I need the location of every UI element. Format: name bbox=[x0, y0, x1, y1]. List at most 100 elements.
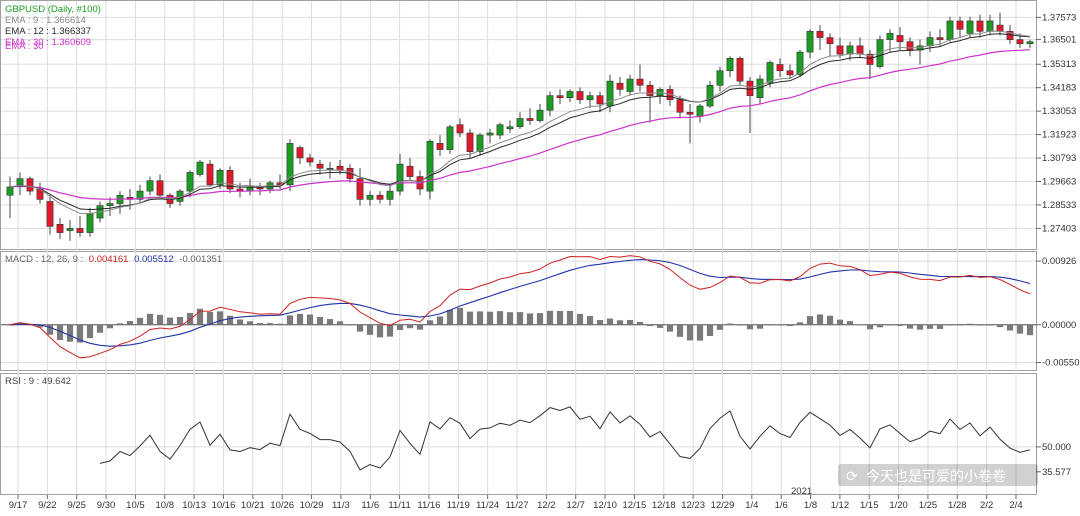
macd-hist-bar bbox=[996, 324, 1004, 328]
price-tick-label: 1.30793 bbox=[1042, 153, 1076, 164]
candle-bear bbox=[206, 163, 214, 186]
time-tick-label: 11/27 bbox=[505, 500, 528, 511]
candle-bear bbox=[906, 41, 914, 51]
macd-tick-label: -0.00550 bbox=[1042, 358, 1080, 369]
candle-bull bbox=[706, 84, 714, 107]
candle-bear bbox=[56, 223, 64, 233]
price-tick-label: 1.34183 bbox=[1042, 83, 1076, 94]
candle-bear bbox=[526, 118, 534, 121]
price-tick-label: 1.27403 bbox=[1042, 223, 1076, 234]
time-tick-label: 10/29 bbox=[300, 500, 324, 511]
time-tick-label: 9/17 bbox=[9, 500, 28, 511]
macd-hist-bar bbox=[346, 324, 354, 326]
macd-hist-bar bbox=[306, 314, 314, 325]
candle-bull bbox=[186, 172, 194, 192]
candle-bull bbox=[886, 33, 894, 40]
year-marker: 2021 bbox=[791, 486, 812, 497]
candle-bear bbox=[826, 37, 834, 45]
rsi-tick-label: 35.577 bbox=[1042, 467, 1071, 478]
macd-hist-bar bbox=[536, 313, 544, 325]
macd-hist-bar bbox=[976, 324, 984, 326]
candle-bull bbox=[566, 91, 574, 99]
price-tick-label: 1.36501 bbox=[1042, 35, 1076, 46]
time-tick-label: 12/7 bbox=[566, 500, 585, 511]
macd-hist-bar bbox=[766, 324, 774, 326]
macd-hist-bar bbox=[326, 319, 334, 325]
macd-hist-bar bbox=[166, 317, 174, 325]
macd-hist-bar bbox=[786, 324, 794, 327]
macd-hist-bar bbox=[856, 324, 864, 326]
candle-bull bbox=[446, 126, 454, 150]
watermark-text: 今天也是可爱的小卷卷 bbox=[866, 468, 1006, 484]
time-tick-label: 1/12 bbox=[831, 500, 850, 511]
chart-window: 1.37573 1.36501 1.35313 1.34183 1.33053 1.319… bbox=[0, 0, 1080, 511]
macd-hist-bar bbox=[176, 316, 184, 325]
candle-bear bbox=[406, 165, 414, 177]
time-tick-label: 9/30 bbox=[97, 500, 116, 511]
candle-bear bbox=[556, 95, 564, 99]
macd-hist-bar bbox=[756, 324, 764, 329]
macd-hist-bar bbox=[886, 324, 894, 326]
price-tick-label: 1.35313 bbox=[1042, 59, 1076, 70]
candle-bear bbox=[596, 95, 604, 105]
candle-bull bbox=[426, 140, 434, 192]
candle-bear bbox=[156, 180, 164, 196]
candle-bull bbox=[696, 105, 704, 117]
time-tick-label: 12/15 bbox=[623, 500, 647, 511]
macd-hist-bar bbox=[516, 312, 524, 325]
macd-hist-bar bbox=[256, 323, 264, 325]
time-tick-label: 1/15 bbox=[860, 500, 879, 511]
candle-bull bbox=[86, 213, 94, 233]
candle-bull bbox=[986, 20, 994, 32]
macd-hist-bar bbox=[726, 323, 734, 325]
macd-hist-bar bbox=[566, 310, 574, 325]
macd-hist-bar bbox=[276, 323, 284, 325]
candle-bull bbox=[16, 178, 24, 186]
candle-bear bbox=[976, 20, 984, 32]
macd-panel bbox=[0, 251, 1037, 371]
macd-signal-value: 0.005512 bbox=[134, 254, 174, 265]
macd-hist-bar bbox=[646, 324, 654, 327]
candle-bull bbox=[6, 186, 14, 196]
time-tick-label: 10/26 bbox=[270, 500, 294, 511]
candle-bull bbox=[626, 78, 634, 92]
macd-hist-bar bbox=[426, 320, 434, 325]
candle-bull bbox=[846, 45, 854, 55]
macd-hist-bar bbox=[636, 321, 644, 325]
macd-hist-bar bbox=[486, 311, 494, 325]
time-tick-label: 2/2 bbox=[980, 500, 993, 511]
candle-bear bbox=[316, 163, 324, 169]
price-tick-label: 1.29663 bbox=[1042, 176, 1076, 187]
candle-bull bbox=[726, 57, 734, 72]
candle-bear bbox=[456, 124, 464, 134]
price-tick-label: 1.33053 bbox=[1042, 106, 1076, 117]
ema12-label: EMA : 12 : 1.366337 bbox=[5, 26, 91, 37]
time-tick-label: 10/5 bbox=[126, 500, 145, 511]
candle-bear bbox=[76, 228, 84, 233]
time-tick-label: 12/2 bbox=[537, 500, 556, 511]
candle-bear bbox=[856, 45, 864, 55]
macd-hist-bar bbox=[546, 310, 554, 325]
candle-bull bbox=[806, 31, 814, 53]
candle-bear bbox=[956, 20, 964, 30]
macd-hist-bar bbox=[736, 324, 744, 326]
price-tick-label: 1.31923 bbox=[1042, 130, 1076, 141]
candle-bull bbox=[106, 203, 114, 206]
macd-hist-bar bbox=[116, 323, 124, 325]
macd-hist-bar bbox=[866, 324, 874, 330]
price-tick-label: 1.37573 bbox=[1042, 12, 1076, 23]
candle-bull bbox=[196, 161, 204, 175]
macd-hist-bar bbox=[246, 321, 254, 325]
candle-bear bbox=[1016, 39, 1024, 45]
macd-hist-bar bbox=[906, 324, 914, 329]
candle-bear bbox=[776, 64, 784, 72]
candle-bear bbox=[676, 99, 684, 113]
time-tick-label: 11/24 bbox=[476, 500, 499, 511]
macd-hist-bar bbox=[416, 324, 424, 330]
macd-hist-bar bbox=[706, 324, 714, 336]
macd-label: MACD : 12, 26, 9 : 0.004161 0.005512 -0.… bbox=[5, 254, 222, 265]
macd-hist-bar bbox=[586, 316, 594, 325]
candle-bear bbox=[746, 80, 754, 96]
macd-hist-bar bbox=[66, 324, 74, 342]
watermark-logo-icon: ⟳ bbox=[846, 468, 858, 484]
